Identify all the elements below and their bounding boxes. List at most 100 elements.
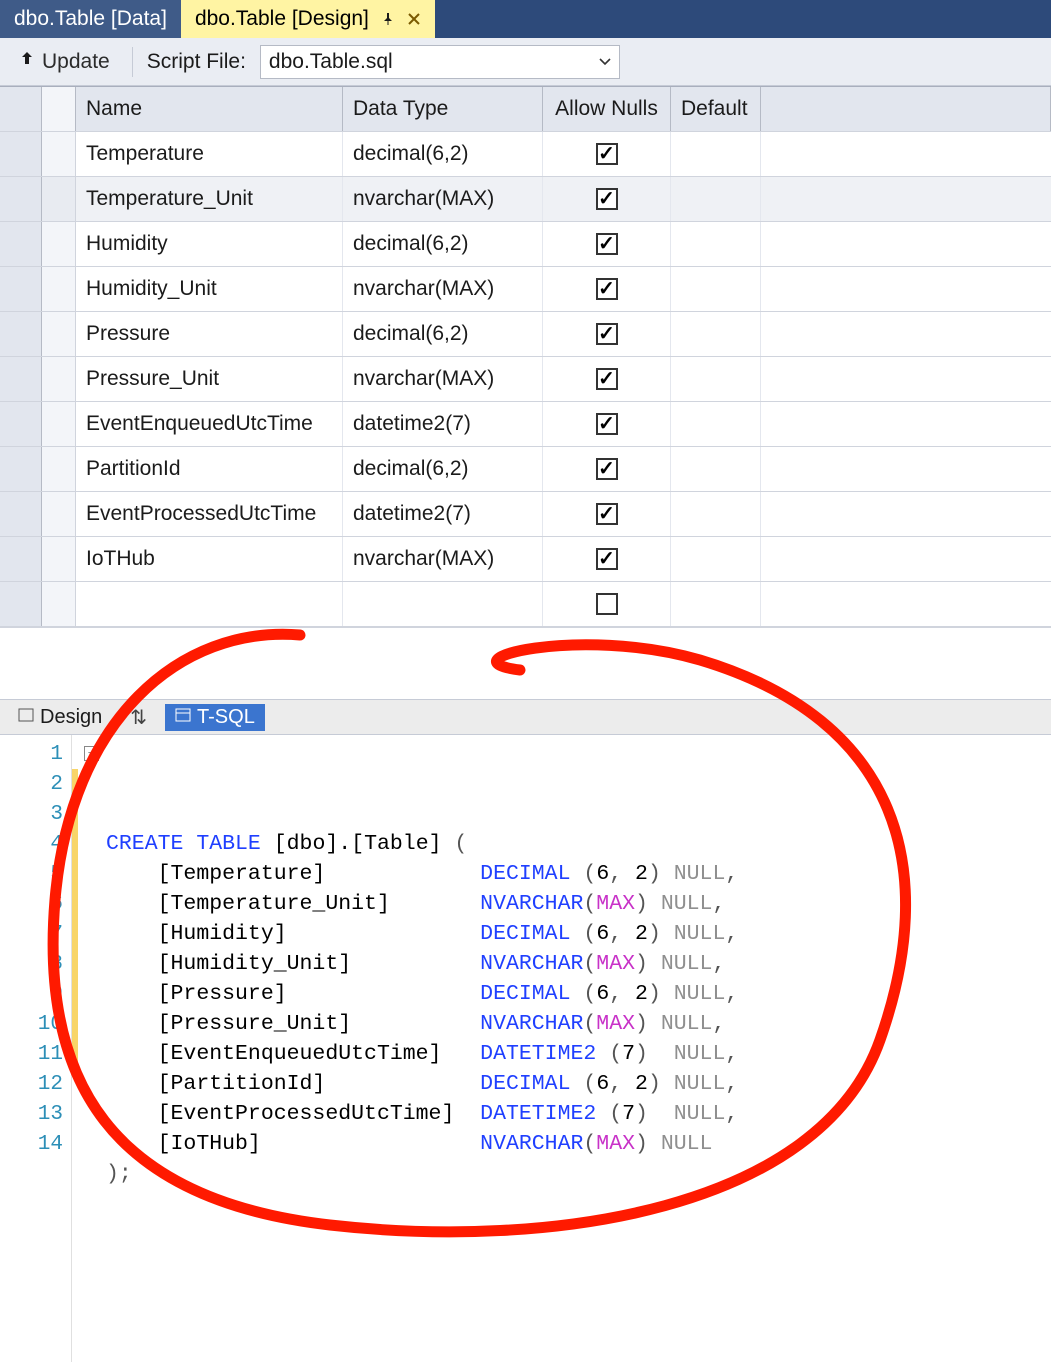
update-button[interactable]: Update [10,48,118,76]
row-head[interactable] [0,132,42,176]
code-line[interactable]: CREATE TABLE [dbo].[Table] ( [106,829,1051,859]
tab-data[interactable]: dbo.Table [Data] [0,0,181,38]
pin-icon[interactable] [381,12,395,26]
sql-editor[interactable]: 1234567891011121314 − CREATE TABLE [dbo]… [0,735,1051,1362]
table-row[interactable]: Humiditydecimal(6,2) [0,222,1051,267]
row-nulls[interactable] [543,177,671,221]
row-default[interactable] [671,447,761,491]
close-icon[interactable] [407,12,421,26]
row-type[interactable]: nvarchar(MAX) [343,267,543,311]
code-line[interactable]: [Temperature] DECIMAL (6, 2) NULL, [106,859,1051,889]
code-line[interactable]: [Humidity] DECIMAL (6, 2) NULL, [106,919,1051,949]
code-area[interactable]: − CREATE TABLE [dbo].[Table] ( [Temperat… [78,735,1051,1362]
tab-design[interactable]: dbo.Table [Design] [181,0,435,38]
allow-nulls-checkbox[interactable] [596,458,618,480]
row-default[interactable] [671,402,761,446]
header-type[interactable]: Data Type [343,87,543,131]
code-line[interactable]: ); [106,1159,1051,1189]
code-line[interactable] [106,1219,1051,1249]
row-name[interactable] [76,582,343,626]
lower-tab-design[interactable]: Design [8,704,112,731]
code-line[interactable]: [Pressure_Unit] NVARCHAR(MAX) NULL, [106,1009,1051,1039]
row-nulls[interactable] [543,537,671,581]
row-nulls[interactable] [543,222,671,266]
code-line[interactable] [106,1189,1051,1219]
code-line[interactable]: [Temperature_Unit] NVARCHAR(MAX) NULL, [106,889,1051,919]
row-default[interactable] [671,312,761,356]
row-head[interactable] [0,402,42,446]
code-line[interactable]: [PartitionId] DECIMAL (6, 2) NULL, [106,1069,1051,1099]
row-type[interactable]: datetime2(7) [343,402,543,446]
row-name[interactable]: Humidity [76,222,343,266]
header-nulls[interactable]: Allow Nulls [543,87,671,131]
row-head[interactable] [0,312,42,356]
row-type[interactable]: nvarchar(MAX) [343,357,543,401]
table-row[interactable]: Humidity_Unitnvarchar(MAX) [0,267,1051,312]
row-name[interactable]: Temperature [76,132,343,176]
row-type[interactable]: decimal(6,2) [343,447,543,491]
row-head[interactable] [0,492,42,536]
table-row[interactable]: Pressuredecimal(6,2) [0,312,1051,357]
row-nulls[interactable] [543,312,671,356]
allow-nulls-checkbox[interactable] [596,548,618,570]
row-nulls[interactable] [543,267,671,311]
code-line[interactable]: [Pressure] DECIMAL (6, 2) NULL, [106,979,1051,1009]
row-nulls[interactable] [543,402,671,446]
code-line[interactable]: [EventEnqueuedUtcTime] DATETIME2 (7) NUL… [106,1039,1051,1069]
row-type[interactable]: datetime2(7) [343,492,543,536]
row-default[interactable] [671,132,761,176]
row-head[interactable] [0,447,42,491]
row-head[interactable] [0,222,42,266]
row-name[interactable]: Humidity_Unit [76,267,343,311]
allow-nulls-checkbox[interactable] [596,188,618,210]
table-row[interactable]: EventEnqueuedUtcTimedatetime2(7) [0,402,1051,447]
allow-nulls-checkbox[interactable] [596,413,618,435]
header-name[interactable]: Name [76,87,343,131]
allow-nulls-checkbox[interactable] [596,368,618,390]
row-default[interactable] [671,537,761,581]
lower-tab-tsql[interactable]: T-SQL [165,704,265,731]
row-type[interactable]: decimal(6,2) [343,132,543,176]
row-default[interactable] [671,492,761,536]
script-file-dropdown[interactable]: dbo.Table.sql [260,45,620,79]
row-name[interactable]: Pressure_Unit [76,357,343,401]
code-line[interactable]: [EventProcessedUtcTime] DATETIME2 (7) NU… [106,1099,1051,1129]
row-default[interactable] [671,177,761,221]
row-type[interactable]: nvarchar(MAX) [343,537,543,581]
row-nulls[interactable] [543,447,671,491]
table-row[interactable]: IoTHubnvarchar(MAX) [0,537,1051,582]
row-head[interactable] [0,582,42,626]
row-head[interactable] [0,267,42,311]
row-name[interactable]: Pressure [76,312,343,356]
allow-nulls-checkbox[interactable] [596,278,618,300]
row-name[interactable]: PartitionId [76,447,343,491]
row-head[interactable] [0,357,42,401]
row-default[interactable] [671,582,761,626]
row-type[interactable]: decimal(6,2) [343,222,543,266]
allow-nulls-checkbox[interactable] [596,233,618,255]
row-type[interactable]: decimal(6,2) [343,312,543,356]
row-default[interactable] [671,357,761,401]
table-row[interactable]: Temperature_Unitnvarchar(MAX) [0,177,1051,222]
table-row[interactable]: Pressure_Unitnvarchar(MAX) [0,357,1051,402]
row-default[interactable] [671,222,761,266]
splitter-gap[interactable] [0,627,1051,699]
row-name[interactable]: EventProcessedUtcTime [76,492,343,536]
table-row[interactable]: EventProcessedUtcTimedatetime2(7) [0,492,1051,537]
row-type[interactable]: nvarchar(MAX) [343,177,543,221]
row-head[interactable] [0,177,42,221]
code-line[interactable]: [Humidity_Unit] NVARCHAR(MAX) NULL, [106,949,1051,979]
row-name[interactable]: EventEnqueuedUtcTime [76,402,343,446]
outline-collapse-icon[interactable]: − [84,746,99,761]
allow-nulls-checkbox[interactable] [596,143,618,165]
allow-nulls-checkbox[interactable] [596,593,618,615]
table-row[interactable]: Temperaturedecimal(6,2) [0,132,1051,177]
row-type[interactable] [343,582,543,626]
row-nulls[interactable] [543,492,671,536]
row-head[interactable] [0,537,42,581]
row-default[interactable] [671,267,761,311]
code-line[interactable]: [IoTHub] NVARCHAR(MAX) NULL [106,1129,1051,1159]
row-name[interactable]: Temperature_Unit [76,177,343,221]
table-row[interactable] [0,582,1051,627]
row-nulls[interactable] [543,357,671,401]
